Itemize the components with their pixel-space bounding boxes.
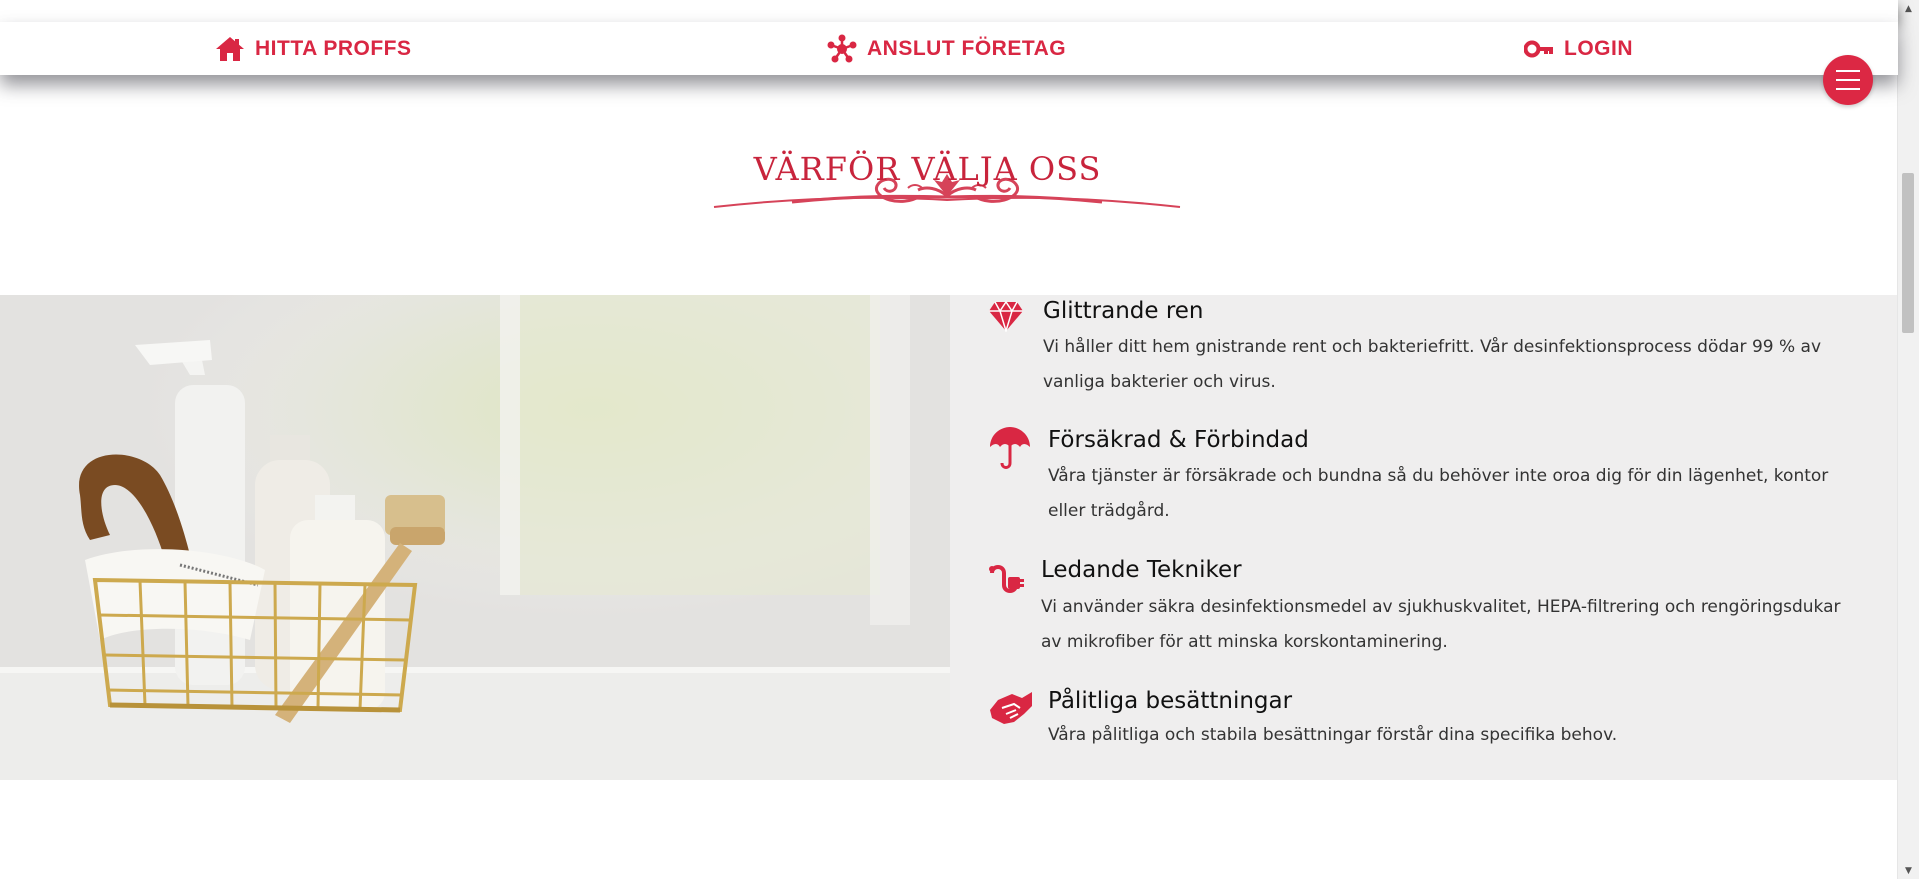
network-icon [827, 34, 857, 62]
house-icon [216, 36, 244, 61]
header-shadow-strip [0, 0, 1898, 22]
section-title: VÄRFÖR VÄLJA OSS [753, 150, 1102, 188]
feature-item: Glittrande ren Vi håller ditt hem gnistr… [988, 298, 1848, 410]
umbrella-icon [990, 427, 1030, 469]
feature-title: Pålitliga besättningar [1048, 688, 1293, 714]
top-navigation: HITTA PROFFS ANSLUT FÖRETAG LOGIN [0, 22, 1898, 75]
feature-text: Vi använder säkra desinfektionsmedel av … [1041, 597, 1841, 652]
hamburger-menu-button[interactable] [1823, 55, 1873, 105]
cleaning-basket-illustration [0, 295, 950, 780]
nav-login[interactable]: LOGIN [1524, 22, 1633, 75]
feature-title: Glittrande ren [1043, 298, 1204, 324]
scroll-up-arrow-icon[interactable]: ▲ [1898, 0, 1919, 17]
key-icon [1524, 40, 1553, 57]
diamond-icon [989, 300, 1023, 332]
nav-login-label: LOGIN [1564, 36, 1633, 60]
feature-item: Ledande Tekniker Vi använder säkra desin… [988, 557, 1848, 667]
feature-text: Våra pålitliga och stabila besättningar … [1048, 725, 1618, 745]
features-section: Glittrande ren Vi håller ditt hem gnistr… [0, 295, 1898, 780]
feature-text: Våra tjänster är försäkrade och bundna s… [1048, 466, 1829, 521]
feature-title: Försäkrad & Förbindad [1048, 427, 1309, 453]
handshake-icon [990, 692, 1032, 724]
feature-item: Pålitliga besättningar Våra pålitliga oc… [988, 688, 1848, 768]
cleaning-basket-photo [0, 295, 950, 780]
plug-icon [989, 565, 1024, 593]
page-scrollbar[interactable]: ▲ ▼ [1897, 0, 1919, 879]
nav-hitta-proffs-label: HITTA PROFFS [255, 36, 412, 60]
feature-title: Ledande Tekniker [1041, 557, 1242, 583]
nav-anslut-foretag-label: ANSLUT FÖRETAG [867, 36, 1067, 60]
nav-anslut-foretag[interactable]: ANSLUT FÖRETAG [827, 22, 1066, 75]
nav-hitta-proffs[interactable]: HITTA PROFFS [215, 22, 412, 75]
feature-text: Vi håller ditt hem gnistrande rent och b… [1043, 337, 1822, 392]
feature-item: Försäkrad & Förbindad Våra tjänster är f… [988, 425, 1848, 535]
hamburger-menu-icon [1836, 70, 1860, 90]
scroll-thumb[interactable] [1902, 173, 1914, 333]
scroll-down-arrow-icon[interactable]: ▼ [1898, 862, 1919, 879]
